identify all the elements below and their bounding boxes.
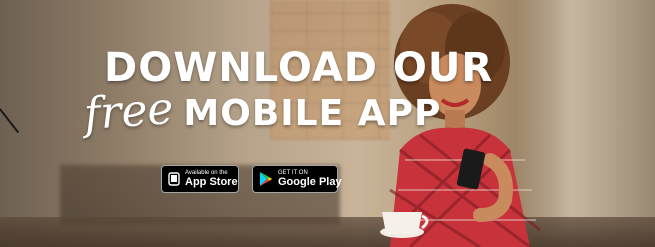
- app-store-text: Available on the App Store: [185, 170, 238, 188]
- corner-line-decoration: [0, 108, 20, 133]
- headline-free-script: free: [82, 82, 176, 141]
- google-play-button[interactable]: GET IT ON Google Play: [252, 165, 342, 193]
- app-store-button[interactable]: Available on the App Store: [161, 165, 239, 193]
- google-play-icon: [259, 170, 273, 188]
- headline: DOWNLOAD OUR free MOBILE APP: [82, 45, 494, 140]
- apple-icon: [168, 170, 180, 188]
- app-store-label: App Store: [185, 176, 238, 188]
- headline-mobile-app: MOBILE APP: [183, 93, 442, 134]
- google-play-label: Google Play: [278, 176, 342, 188]
- app-download-banner: DOWNLOAD OUR free MOBILE APP Available o…: [0, 0, 655, 247]
- headline-line2: free MOBILE APP: [82, 83, 440, 140]
- headline-line1: DOWNLOAD OUR: [104, 45, 494, 91]
- google-play-text: GET IT ON Google Play: [278, 170, 342, 188]
